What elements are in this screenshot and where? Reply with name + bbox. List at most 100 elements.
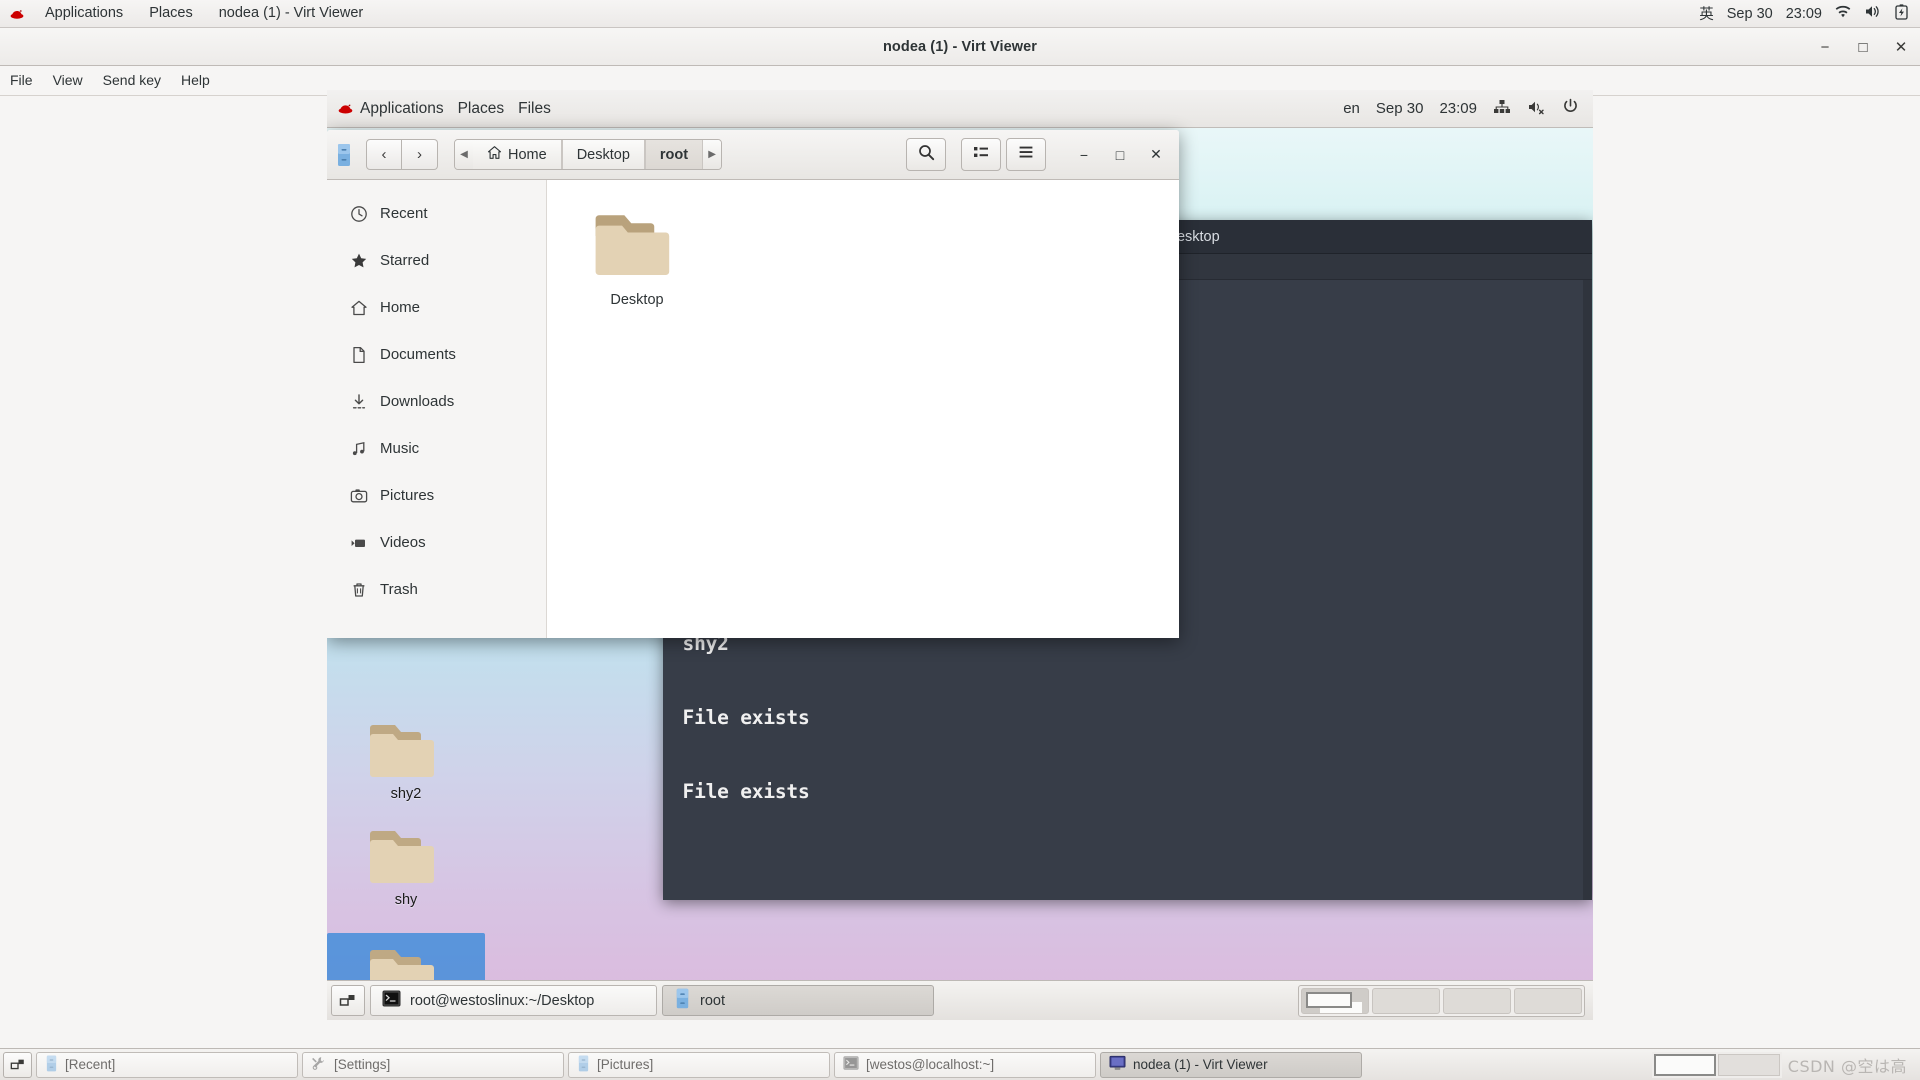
home-icon bbox=[349, 298, 368, 317]
host-active-window-title[interactable]: nodea (1) - Virt Viewer bbox=[206, 0, 377, 27]
sidebar-item-documents[interactable]: Documents bbox=[327, 331, 546, 378]
host-taskbar-item-recent[interactable]: [Recent] bbox=[36, 1051, 298, 1078]
maximize-button[interactable]: □ bbox=[1854, 38, 1872, 56]
star-icon bbox=[349, 251, 368, 270]
sidebar-item-music[interactable]: Music bbox=[327, 425, 546, 472]
guest-desktop-area[interactable]: shy2 shy root root@westoslinux:~/ bbox=[327, 128, 1593, 1020]
redhat-logo-icon bbox=[9, 6, 25, 22]
workspace-1[interactable] bbox=[1301, 987, 1369, 1014]
breadcrumb-scroll-left-icon[interactable]: ◀ bbox=[455, 140, 473, 169]
video-icon bbox=[349, 533, 368, 552]
network-icon[interactable] bbox=[1493, 99, 1511, 119]
breadcrumb-label: Home bbox=[508, 146, 547, 163]
breadcrumb-item-home[interactable]: Home bbox=[473, 140, 562, 169]
breadcrumb-item-desktop[interactable]: Desktop bbox=[561, 140, 645, 169]
files-window[interactable]: ‹ › ◀ Home Desktop root ▶ − □ ✕ Recent S… bbox=[327, 130, 1179, 638]
main-menu-button[interactable] bbox=[1006, 138, 1046, 171]
power-icon[interactable] bbox=[1562, 98, 1579, 119]
sidebar-item-home[interactable]: Home bbox=[327, 284, 546, 331]
sidebar-item-label: Recent bbox=[380, 205, 428, 222]
host-workspace-switcher bbox=[1651, 1051, 1782, 1078]
files-app-icon bbox=[336, 142, 354, 168]
menu-help[interactable]: Help bbox=[171, 66, 220, 95]
workspace-3[interactable] bbox=[1443, 987, 1511, 1014]
sidebar-item-videos[interactable]: Videos bbox=[327, 519, 546, 566]
sidebar-item-label: Home bbox=[380, 299, 421, 316]
host-workspace-2[interactable] bbox=[1717, 1053, 1780, 1076]
sidebar-item-downloads[interactable]: Downloads bbox=[327, 378, 546, 425]
breadcrumb-item-root[interactable]: root bbox=[644, 140, 704, 169]
files-content-view[interactable]: Desktop bbox=[547, 180, 1179, 638]
volume-muted-icon[interactable] bbox=[1527, 99, 1546, 119]
host-taskbar-item-pictures[interactable]: [Pictures] bbox=[568, 1051, 830, 1078]
host-workspace-1[interactable] bbox=[1653, 1053, 1716, 1076]
keyboard-layout-indicator[interactable]: en bbox=[1343, 100, 1360, 117]
host-status-area: 英 Sep 30 23:09 bbox=[1699, 3, 1920, 24]
sidebar-item-label: Documents bbox=[380, 346, 456, 363]
host-taskbar-item-settings[interactable]: [Settings] bbox=[302, 1051, 564, 1078]
sidebar-item-pictures[interactable]: Pictures bbox=[327, 472, 546, 519]
folder-icon bbox=[370, 831, 434, 883]
menu-file[interactable]: File bbox=[0, 66, 43, 95]
close-button[interactable]: ✕ bbox=[1148, 145, 1164, 165]
taskbar-item-files[interactable]: root bbox=[662, 985, 934, 1016]
taskbar-item-terminal[interactable]: root@westoslinux:~/Desktop bbox=[370, 985, 657, 1016]
guest-time-label[interactable]: 23:09 bbox=[1439, 100, 1477, 117]
host-applications-menu[interactable]: Applications bbox=[32, 0, 136, 27]
breadcrumb-label: root bbox=[659, 146, 689, 163]
taskbar-item-label: root@westoslinux:~/Desktop bbox=[410, 992, 595, 1009]
show-desktop-icon[interactable] bbox=[3, 1051, 32, 1078]
minimize-button[interactable]: − bbox=[1076, 145, 1092, 165]
maximize-button[interactable]: □ bbox=[1112, 145, 1128, 165]
terminal-scrollbar[interactable] bbox=[1583, 280, 1592, 900]
guest-display[interactable]: Applications Places Files en Sep 30 23:0… bbox=[327, 90, 1593, 1020]
screen: Applications Places nodea (1) - Virt Vie… bbox=[0, 0, 1920, 1080]
host-time-label[interactable]: 23:09 bbox=[1786, 6, 1822, 22]
host-taskbar-item-virt-viewer[interactable]: nodea (1) - Virt Viewer bbox=[1100, 1051, 1362, 1078]
sidebar-item-recent[interactable]: Recent bbox=[327, 190, 546, 237]
workspace-window-preview bbox=[1306, 991, 1352, 1008]
settings-tools-icon bbox=[311, 1055, 327, 1074]
folder-icon bbox=[595, 215, 670, 276]
host-places-menu[interactable]: Places bbox=[136, 0, 206, 27]
sidebar-item-starred[interactable]: Starred bbox=[327, 237, 546, 284]
desktop-icon-shy2[interactable]: shy2 bbox=[327, 718, 485, 802]
menu-send-key[interactable]: Send key bbox=[93, 66, 171, 95]
workspace-4[interactable] bbox=[1514, 987, 1582, 1014]
show-desktop-icon[interactable] bbox=[331, 985, 365, 1016]
guest-date-label[interactable]: Sep 30 bbox=[1376, 100, 1424, 117]
sidebar-item-trash[interactable]: Trash bbox=[327, 566, 546, 613]
virt-viewer-titlebar[interactable]: nodea (1) - Virt Viewer − □ ✕ bbox=[0, 28, 1920, 66]
breadcrumb-scroll-right-icon[interactable]: ▶ bbox=[703, 140, 722, 169]
volume-icon[interactable] bbox=[1864, 4, 1882, 23]
hamburger-menu-icon bbox=[1018, 145, 1034, 164]
guest-places-menu[interactable]: Places bbox=[458, 100, 519, 118]
file-item-label: Desktop bbox=[610, 292, 664, 308]
file-item-desktop[interactable]: Desktop bbox=[581, 206, 693, 308]
menu-view[interactable]: View bbox=[43, 66, 93, 95]
close-button[interactable]: ✕ bbox=[1892, 38, 1910, 56]
guest-status-area: en Sep 30 23:09 bbox=[1343, 98, 1593, 119]
desktop-icon-shy[interactable]: shy bbox=[327, 818, 485, 914]
sidebar-item-label: Pictures bbox=[380, 487, 435, 504]
sidebar-item-label: Music bbox=[380, 440, 420, 457]
workspace-switcher bbox=[1298, 984, 1585, 1017]
guest-applications-menu[interactable]: Applications bbox=[360, 100, 458, 118]
wifi-icon[interactable] bbox=[1835, 5, 1851, 23]
files-icon bbox=[674, 988, 691, 1013]
search-icon bbox=[918, 144, 935, 166]
home-icon bbox=[487, 145, 502, 164]
minimize-button[interactable]: − bbox=[1816, 38, 1834, 56]
host-taskbar-item-terminal[interactable]: [westos@localhost:~] bbox=[834, 1051, 1096, 1078]
host-taskbar-item-label: [Settings] bbox=[334, 1057, 391, 1072]
workspace-2[interactable] bbox=[1372, 987, 1440, 1014]
input-method-indicator[interactable]: 英 bbox=[1699, 3, 1714, 24]
back-button[interactable]: ‹ bbox=[366, 139, 402, 170]
guest-files-window-menu[interactable]: Files bbox=[518, 100, 565, 118]
search-button[interactable] bbox=[906, 138, 946, 171]
forward-button[interactable]: › bbox=[402, 139, 438, 170]
view-toggle-button[interactable] bbox=[961, 138, 1001, 171]
battery-icon[interactable] bbox=[1895, 3, 1908, 24]
host-date-label[interactable]: Sep 30 bbox=[1727, 6, 1773, 22]
